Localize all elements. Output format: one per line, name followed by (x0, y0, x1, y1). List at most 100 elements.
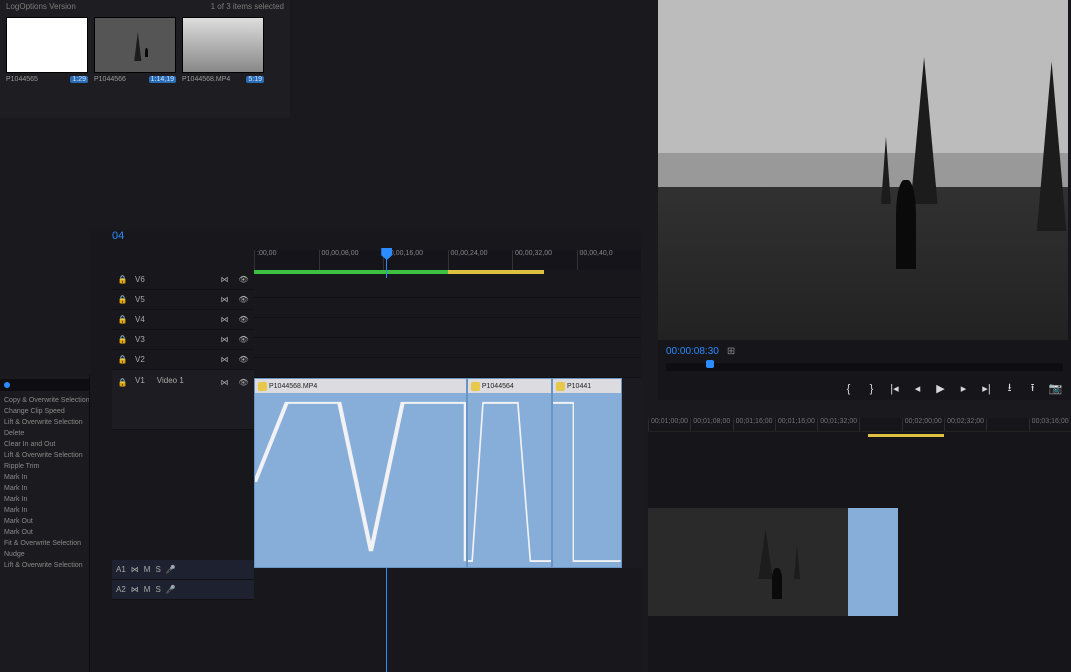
mark-in-button[interactable]: { (841, 381, 856, 396)
audio-track-header[interactable]: A1⋈MS🎤 (112, 560, 254, 580)
eye-icon[interactable]: 👁 (237, 313, 250, 326)
video-track[interactable] (254, 318, 641, 338)
scrub-head[interactable] (706, 360, 714, 368)
context-item[interactable]: Change Clip Speed (0, 406, 89, 417)
time-remap-graph[interactable] (255, 393, 466, 567)
export-frame-button[interactable]: 📷 (1048, 381, 1063, 396)
eye-icon[interactable]: 👁 (237, 376, 250, 389)
video-track[interactable] (254, 278, 641, 298)
context-item[interactable]: Lift & Overwrite Selection (0, 417, 89, 428)
time-remap-graph[interactable] (468, 393, 551, 567)
timeline-clip[interactable]: P1044564 (467, 378, 552, 568)
sync-icon[interactable]: ⋈ (218, 273, 231, 286)
mic-icon[interactable]: 🎤 (166, 585, 176, 594)
video-track[interactable] (254, 338, 641, 358)
track-area[interactable]: P1044568.MP4P1044564P10441 (254, 278, 641, 672)
sync-icon[interactable]: ⋈ (218, 313, 231, 326)
context-item[interactable]: Clear In and Out (0, 439, 89, 450)
source-clip-strip[interactable] (648, 508, 1071, 616)
program-timecode[interactable]: 00:00:08:30 (666, 346, 719, 357)
lock-icon[interactable]: 🔒 (116, 293, 129, 306)
timeline-clip[interactable]: P10441 (552, 378, 622, 568)
mute-button[interactable]: M (144, 565, 151, 574)
lock-icon[interactable]: 🔒 (116, 353, 129, 366)
context-item[interactable]: Nudge (0, 549, 89, 560)
eye-icon[interactable]: 👁 (237, 333, 250, 346)
video-track-v1[interactable]: P1044568.MP4P1044564P10441 (254, 378, 641, 568)
context-item[interactable]: Fit & Overwrite Selection (0, 538, 89, 549)
eye-icon[interactable]: 👁 (237, 273, 250, 286)
context-item[interactable]: Copy & Overwrite Selection (0, 395, 89, 406)
fx-badge-icon[interactable] (556, 382, 565, 391)
track-header[interactable]: 🔒 V2 ⋈ 👁 (112, 350, 254, 370)
go-to-in-button[interactable]: |◂ (887, 381, 902, 396)
sync-icon[interactable]: ⋈ (218, 333, 231, 346)
context-item[interactable]: Mark In (0, 483, 89, 494)
track-header[interactable]: 🔒V6⋈👁 (112, 270, 254, 290)
fx-badge-icon[interactable] (258, 382, 267, 391)
track-header[interactable]: 🔒V4⋈👁 (112, 310, 254, 330)
timeline-clip[interactable]: P1044568.MP4 (254, 378, 467, 568)
fx-badge-icon[interactable] (471, 382, 480, 391)
clip-header: P1044568.MP4 (255, 379, 466, 393)
solo-button[interactable]: S (155, 565, 160, 574)
context-item[interactable]: Mark Out (0, 516, 89, 527)
sync-icon[interactable]: ⋈ (218, 376, 231, 389)
context-item[interactable]: Lift & Overwrite Selection (0, 560, 89, 571)
program-scrubber[interactable] (666, 363, 1063, 371)
sync-icon[interactable]: ⋈ (131, 565, 139, 574)
clip-name: P1044565 (6, 76, 38, 83)
sync-icon[interactable]: ⋈ (218, 353, 231, 366)
lock-icon[interactable]: 🔒 (116, 313, 129, 326)
track-header-v1[interactable]: 🔒V1Video 1⋈👁 (112, 370, 254, 430)
bin-clip[interactable]: P1044565 1:29 (6, 17, 88, 83)
timeline-timecode[interactable]: 04 (112, 230, 641, 242)
video-track[interactable] (254, 298, 641, 318)
context-item[interactable]: Mark In (0, 472, 89, 483)
solo-button[interactable]: S (155, 585, 160, 594)
mark-out-button[interactable]: } (864, 381, 879, 396)
step-back-button[interactable]: ◂ (910, 381, 925, 396)
mute-button[interactable]: M (144, 585, 151, 594)
extract-button[interactable]: ⭱ (1025, 381, 1040, 396)
track-id: V3 (135, 335, 212, 344)
time-ruler[interactable]: :00,0000,00,08,0000,00,16,0000,00,24,000… (254, 250, 641, 270)
bin-clip[interactable]: P1044566 1:14,19 (94, 17, 176, 83)
lock-icon[interactable]: 🔒 (116, 333, 129, 346)
ruler-tick: 00,00,32,00 (512, 250, 577, 270)
ctx-slider[interactable] (0, 379, 89, 391)
play-button[interactable]: ▶ (933, 381, 948, 396)
thumb-image (94, 17, 176, 73)
track-header[interactable]: 🔒V5⋈👁 (112, 290, 254, 310)
context-item[interactable]: Mark In (0, 494, 89, 505)
ruler-tick: 00;02;00;00 (902, 418, 944, 431)
monitor-view[interactable] (658, 0, 1068, 340)
lock-icon[interactable]: 🔒 (116, 273, 129, 286)
time-remap-graph[interactable] (553, 393, 621, 567)
source-ruler[interactable]: 00;01;00;0000;01;08;0000;01;16;0000;01;1… (648, 418, 1071, 432)
bin-thumbs: P1044565 1:29 P1044566 1:14,19 P1044568.… (0, 13, 290, 87)
go-to-out-button[interactable]: ▸| (979, 381, 994, 396)
sync-icon[interactable]: ⋈ (218, 293, 231, 306)
context-item[interactable]: Delete (0, 428, 89, 439)
context-item[interactable]: Mark Out (0, 527, 89, 538)
fit-icon[interactable]: ⊞ (727, 346, 735, 357)
lift-button[interactable]: ⭳ (1002, 381, 1017, 396)
eye-icon[interactable]: 👁 (237, 353, 250, 366)
mic-icon[interactable]: 🎤 (166, 565, 176, 574)
work-area-bar[interactable] (254, 270, 641, 274)
ruler-tick: 00;01;00;00 (648, 418, 690, 431)
lock-icon[interactable]: 🔒 (116, 376, 129, 389)
step-fwd-button[interactable]: ▸ (956, 381, 971, 396)
eye-icon[interactable]: 👁 (237, 293, 250, 306)
track-header[interactable]: 🔒 V3 ⋈ 👁 (112, 330, 254, 350)
source-work-area[interactable] (648, 434, 1071, 437)
sync-icon[interactable]: ⋈ (131, 585, 139, 594)
audio-track-header[interactable]: A2⋈MS🎤 (112, 580, 254, 600)
context-item[interactable]: Ripple Trim (0, 461, 89, 472)
context-item[interactable]: Lift & Overwrite Selection (0, 450, 89, 461)
bin-clip[interactable]: P1044568.MP4 5:19 (182, 17, 264, 83)
context-item[interactable]: Mark In (0, 505, 89, 516)
video-track[interactable] (254, 358, 641, 378)
track-id: V2 (135, 355, 212, 364)
